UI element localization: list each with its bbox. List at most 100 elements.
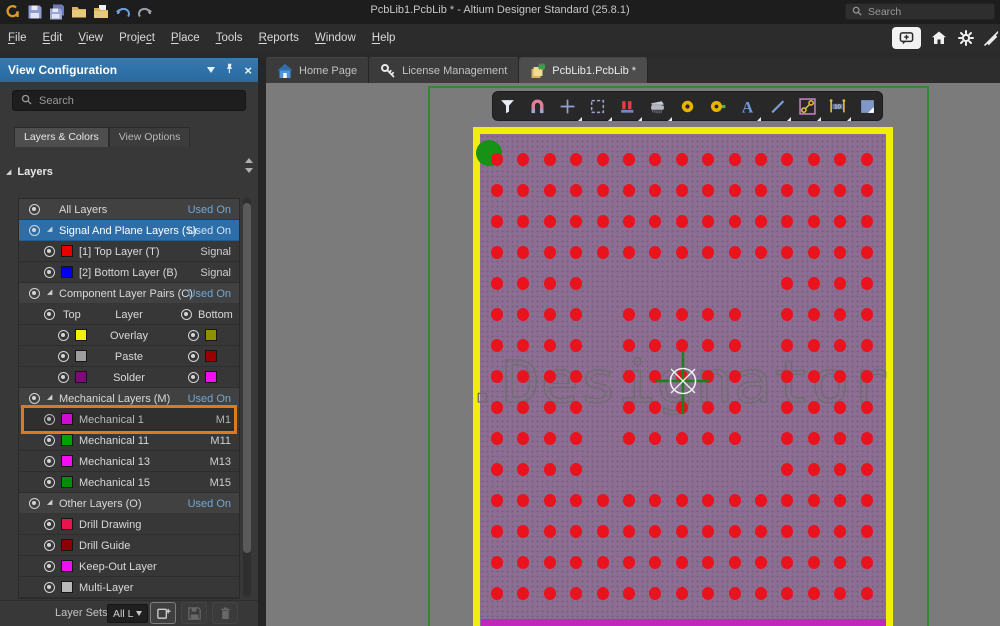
eye-icon[interactable] bbox=[188, 330, 199, 341]
pad[interactable] bbox=[861, 556, 873, 569]
pad[interactable] bbox=[491, 587, 503, 600]
pad[interactable] bbox=[781, 339, 793, 352]
pad[interactable] bbox=[834, 556, 846, 569]
pad[interactable] bbox=[649, 525, 661, 538]
eye-icon[interactable] bbox=[44, 435, 55, 446]
pad[interactable] bbox=[491, 308, 503, 321]
eye-icon[interactable] bbox=[44, 414, 55, 425]
pad[interactable] bbox=[861, 463, 873, 476]
home-icon[interactable] bbox=[930, 29, 948, 47]
pad[interactable] bbox=[834, 339, 846, 352]
eye-icon[interactable] bbox=[58, 330, 69, 341]
layer-color-swatch[interactable] bbox=[61, 413, 73, 425]
layer-row-multi-layer[interactable]: Multi-Layer bbox=[19, 577, 239, 598]
pen-slash-icon[interactable] bbox=[984, 29, 998, 47]
menu-tools[interactable]: Tools bbox=[208, 24, 251, 52]
pad[interactable] bbox=[729, 494, 741, 507]
layer-row-mechanical-11[interactable]: Mechanical 11M11 bbox=[19, 430, 239, 451]
pad[interactable] bbox=[861, 277, 873, 290]
pad[interactable] bbox=[649, 587, 661, 600]
pad[interactable] bbox=[544, 153, 556, 166]
layer-color-swatch[interactable] bbox=[61, 455, 73, 467]
pad[interactable] bbox=[517, 246, 529, 259]
menu-window[interactable]: Window bbox=[307, 24, 364, 52]
pad[interactable] bbox=[834, 215, 846, 228]
layer-color-swatch[interactable] bbox=[61, 434, 73, 446]
menu-edit[interactable]: Edit bbox=[35, 24, 71, 52]
pad[interactable] bbox=[781, 556, 793, 569]
menu-project[interactable]: Project bbox=[111, 24, 163, 52]
pad[interactable] bbox=[808, 463, 820, 476]
pad[interactable] bbox=[570, 587, 582, 600]
pad[interactable] bbox=[597, 494, 609, 507]
pad[interactable] bbox=[702, 215, 714, 228]
pad[interactable] bbox=[808, 494, 820, 507]
pad[interactable] bbox=[834, 246, 846, 259]
pad[interactable] bbox=[781, 184, 793, 197]
pad[interactable] bbox=[834, 153, 846, 166]
dropdown-arrow-icon[interactable] bbox=[578, 117, 582, 121]
pad[interactable] bbox=[729, 401, 741, 414]
pad[interactable] bbox=[623, 587, 635, 600]
layer-color-swatch[interactable] bbox=[61, 518, 73, 530]
place-dimension-tool[interactable]: 10 bbox=[824, 94, 850, 118]
pad[interactable] bbox=[649, 184, 661, 197]
pad[interactable] bbox=[570, 463, 582, 476]
pad[interactable] bbox=[861, 587, 873, 600]
pad[interactable] bbox=[729, 215, 741, 228]
layer-row-pair-header[interactable]: TopLayerBottom bbox=[19, 304, 239, 325]
expand-triangle-icon[interactable]: ◢ bbox=[47, 499, 52, 506]
pad[interactable] bbox=[623, 308, 635, 321]
save-icon[interactable] bbox=[26, 3, 44, 21]
eye-icon[interactable] bbox=[44, 477, 55, 488]
pad[interactable] bbox=[729, 556, 741, 569]
pad[interactable] bbox=[861, 246, 873, 259]
pad[interactable] bbox=[808, 184, 820, 197]
pad[interactable] bbox=[570, 246, 582, 259]
pad[interactable] bbox=[834, 463, 846, 476]
pad[interactable] bbox=[702, 525, 714, 538]
eye-icon[interactable] bbox=[44, 456, 55, 467]
close-icon[interactable]: × bbox=[244, 64, 252, 77]
pad[interactable] bbox=[597, 556, 609, 569]
pad[interactable] bbox=[729, 525, 741, 538]
layer-color-swatch[interactable] bbox=[61, 581, 73, 593]
pad[interactable] bbox=[623, 401, 635, 414]
pad[interactable] bbox=[755, 215, 767, 228]
snapping-tool[interactable] bbox=[525, 94, 551, 118]
pad[interactable] bbox=[729, 587, 741, 600]
pad[interactable] bbox=[755, 494, 767, 507]
layer-row-2-bottom-layer-b[interactable]: [2] Bottom Layer (B)Signal bbox=[19, 262, 239, 283]
place-fill-tool[interactable] bbox=[854, 94, 880, 118]
pad[interactable] bbox=[808, 525, 820, 538]
redo-icon[interactable] bbox=[136, 3, 154, 21]
pad[interactable] bbox=[861, 153, 873, 166]
pad[interactable] bbox=[544, 308, 556, 321]
layer-row-1-top-layer-t[interactable]: [1] Top Layer (T)Signal bbox=[19, 241, 239, 262]
scrollbar-thumb[interactable] bbox=[243, 203, 251, 553]
pad[interactable] bbox=[517, 215, 529, 228]
dropdown-arrow-icon[interactable] bbox=[668, 117, 672, 121]
pad[interactable] bbox=[702, 556, 714, 569]
pin-icon[interactable] bbox=[224, 61, 235, 79]
place-string-tool[interactable]: A bbox=[734, 94, 760, 118]
jump-tool[interactable] bbox=[555, 94, 581, 118]
pad[interactable] bbox=[649, 153, 661, 166]
scroll-up-icon[interactable] bbox=[245, 158, 253, 163]
pad[interactable] bbox=[491, 463, 503, 476]
pad[interactable] bbox=[781, 370, 793, 383]
pad[interactable] bbox=[544, 432, 556, 445]
pad[interactable] bbox=[834, 277, 846, 290]
dropdown-arrow-icon[interactable] bbox=[787, 117, 791, 121]
pad[interactable] bbox=[676, 246, 688, 259]
pad[interactable] bbox=[570, 556, 582, 569]
pad[interactable] bbox=[517, 277, 529, 290]
pad[interactable] bbox=[623, 184, 635, 197]
pad[interactable] bbox=[676, 587, 688, 600]
menu-place[interactable]: Place bbox=[163, 24, 208, 52]
layer-row-overlay[interactable]: Overlay bbox=[19, 325, 239, 346]
pad[interactable] bbox=[861, 370, 873, 383]
pad[interactable] bbox=[544, 401, 556, 414]
dropdown-arrow-icon[interactable] bbox=[847, 117, 851, 121]
pad[interactable] bbox=[544, 339, 556, 352]
